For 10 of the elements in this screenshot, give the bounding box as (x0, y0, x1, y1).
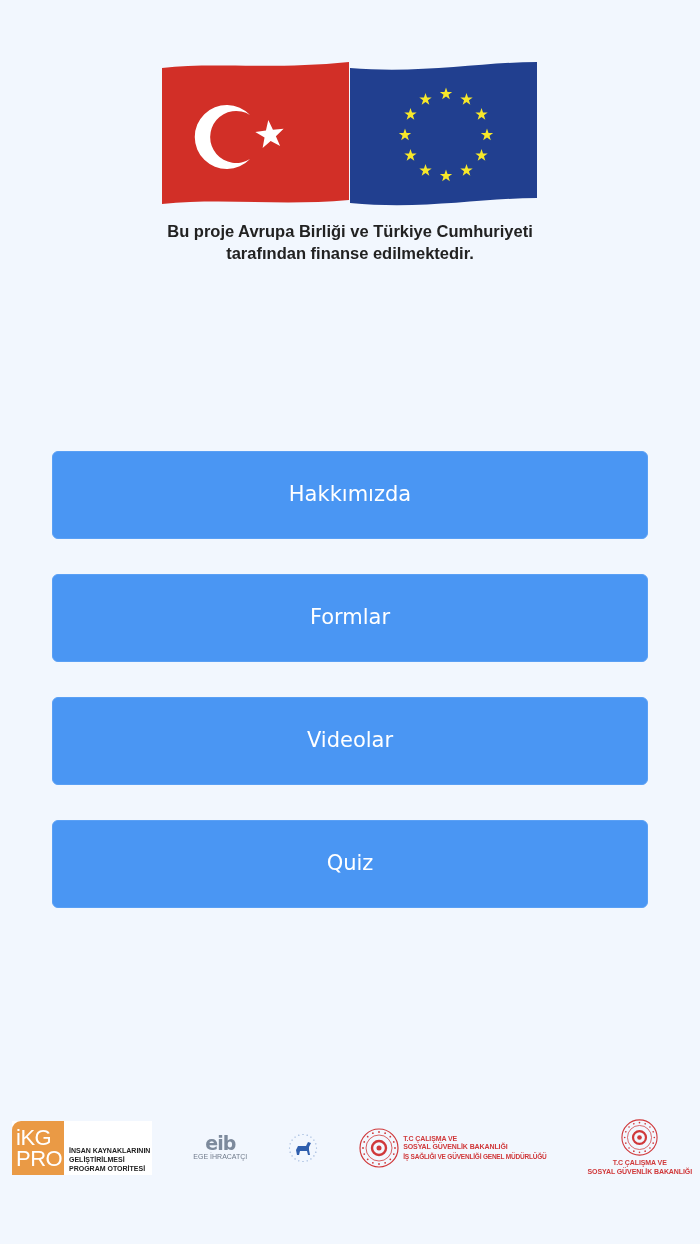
horse-emblem-icon (288, 1132, 319, 1163)
logo-wordmark: eib (205, 1134, 236, 1152)
menu-button[interactable]: Hakkımızda (52, 451, 648, 539)
seal-icon (359, 1127, 400, 1168)
menu-button[interactable]: Videolar (52, 697, 648, 785)
funding-caption: Bu proje Avrupa Birliği ve Türkiye Cumhuriyeti tarafından finanse edilmektedir. (167, 221, 533, 264)
menu-button[interactable]: Formlar (52, 574, 648, 662)
logo-tile: iKG PRO (12, 1120, 64, 1175)
seal-icon (621, 1119, 659, 1156)
menu-button[interactable]: Quiz (52, 820, 648, 908)
